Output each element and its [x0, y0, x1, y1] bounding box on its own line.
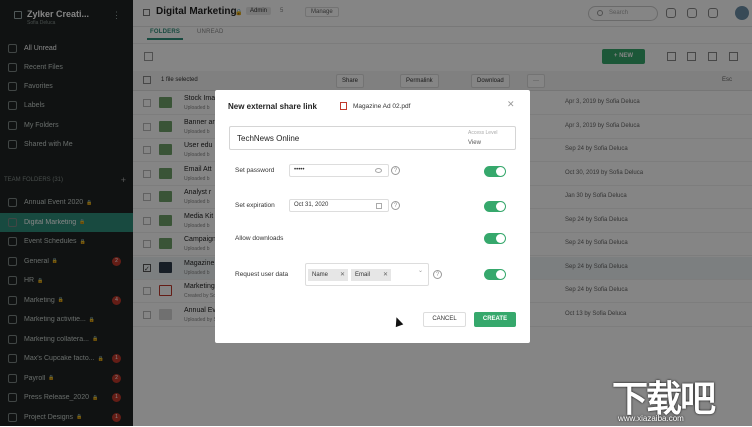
dialog-title: New external share link	[228, 102, 317, 111]
allow-downloads-label: Allow downloads	[235, 235, 284, 242]
password-field[interactable]: •••••	[289, 164, 389, 177]
user-data-help-icon[interactable]: ?	[433, 270, 442, 279]
tag-label: Name	[312, 272, 329, 278]
remove-tag-icon[interactable]: ✕	[340, 269, 345, 281]
password-help-icon[interactable]: ?	[391, 166, 400, 175]
dialog-file-name: Magazine Ad 02.pdf	[353, 103, 411, 110]
set-expiration-label: Set expiration	[235, 202, 275, 209]
calendar-icon[interactable]	[376, 203, 382, 209]
watermark-url: www.xiazaiba.com	[618, 414, 684, 423]
expiration-help-icon[interactable]: ?	[391, 201, 400, 210]
expiration-toggle[interactable]	[484, 201, 506, 212]
tag-chip: Email ✕	[351, 269, 391, 281]
expiration-date-field[interactable]: Oct 31, 2020	[289, 199, 389, 212]
close-icon[interactable]: ✕	[507, 99, 515, 110]
create-button[interactable]: CREATE	[474, 312, 516, 327]
password-value: •••••	[294, 167, 305, 173]
request-user-data-label: Request user data	[235, 271, 289, 278]
downloads-toggle[interactable]	[484, 233, 506, 244]
access-level-select[interactable]: View	[468, 140, 481, 146]
remove-tag-icon[interactable]: ✕	[383, 269, 388, 281]
set-password-label: Set password	[235, 167, 275, 174]
access-level-label: Access Level	[468, 130, 498, 136]
expiration-value: Oct 31, 2020	[294, 202, 329, 208]
eye-icon[interactable]	[375, 168, 382, 173]
cancel-button[interactable]: CANCEL	[423, 312, 466, 327]
chevron-down-icon[interactable]: ⌄	[418, 267, 423, 274]
user-data-fields-select[interactable]: Name ✕ Email ✕ ⌄	[305, 263, 429, 286]
link-name-value: TechNews Online	[237, 134, 300, 143]
pdf-file-icon	[340, 102, 347, 110]
tag-label: Email	[355, 272, 371, 278]
share-link-dialog: New external share link Magazine Ad 02.p…	[215, 90, 530, 343]
link-name-field[interactable]: TechNews Online Access Level View	[229, 126, 516, 150]
password-toggle[interactable]	[484, 166, 506, 177]
user-data-toggle[interactable]	[484, 269, 506, 280]
watermark-logo: 下载吧 www.xiazaiba.com	[612, 370, 748, 426]
tag-chip: Name ✕	[308, 269, 348, 281]
